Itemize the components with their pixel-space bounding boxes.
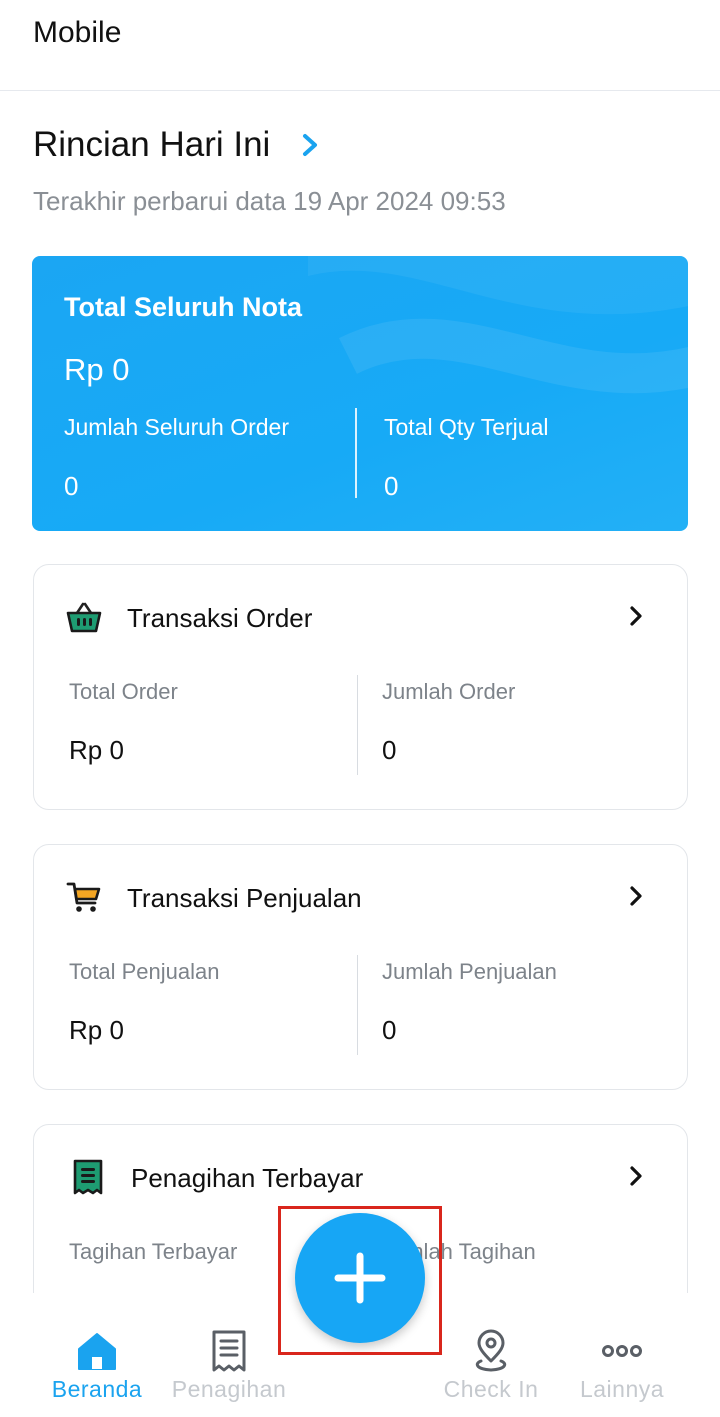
summary-metric-orders: Jumlah Seluruh Order 0 [64, 414, 289, 502]
chevron-right-icon[interactable] [629, 1165, 643, 1187]
chevron-right-icon[interactable] [629, 605, 643, 627]
metric-divider [357, 675, 358, 775]
card-transaksi-penjualan[interactable]: Transaksi Penjualan Total Penjualan Rp 0… [33, 844, 688, 1090]
metric-value: Rp 0 [69, 735, 124, 765]
metric-label: Jumlah Order [382, 679, 516, 704]
plus-icon [334, 1252, 386, 1304]
basket-icon [66, 602, 102, 633]
metric-jumlah-penjualan: Jumlah Penjualan 0 [382, 959, 557, 1046]
decorative-wave [308, 256, 688, 394]
chevron-right-icon[interactable] [300, 132, 320, 158]
home-icon [78, 1333, 116, 1370]
metric-label: Tagihan Terbayar [69, 1239, 238, 1264]
summary-metric-qty: Total Qty Terjual 0 [384, 414, 548, 502]
metric-value: Rp 0 [69, 1015, 124, 1045]
more-dots-icon [602, 1345, 642, 1357]
card-title: Penagihan Terbayar [131, 1163, 364, 1193]
summary-label: Total Seluruh Nota [64, 292, 303, 322]
metric-jumlah-order: Jumlah Order 0 [382, 679, 515, 766]
card-transaksi-order[interactable]: Transaksi Order Total Order Rp 0 Jumlah … [33, 564, 688, 810]
summary-divider [355, 408, 357, 498]
metric-label: Total Penjualan [69, 959, 220, 984]
summary-metric-label: Jumlah Seluruh Order [64, 414, 289, 440]
nav-item-penagihan[interactable]: Penagihan [157, 1293, 301, 1417]
section-header[interactable]: Rincian Hari Ini [33, 125, 320, 165]
card-title: Transaksi Order [127, 603, 313, 633]
card-title: Transaksi Penjualan [127, 883, 362, 913]
metric-value: 0 [382, 1015, 397, 1045]
last-updated-text: Terakhir perbarui data 19 Apr 2024 09:53 [33, 186, 506, 216]
metric-total-order: Total Order Rp 0 [69, 679, 178, 766]
add-fab-button[interactable] [295, 1213, 425, 1343]
summary-amount: Rp 0 [64, 352, 130, 387]
app-title: Mobile [33, 16, 122, 49]
chevron-right-icon[interactable] [629, 885, 643, 907]
location-pin-icon [475, 1329, 507, 1372]
nav-label: Check In [443, 1376, 539, 1402]
nav-label: Penagihan [171, 1376, 287, 1402]
receipt-icon [73, 1159, 103, 1195]
receipt-icon [212, 1330, 246, 1372]
nav-item-check-in[interactable]: Check In [419, 1293, 563, 1417]
nav-label: Lainnya [579, 1376, 665, 1402]
app-bar: Mobile [0, 0, 720, 91]
nav-item-lainnya[interactable]: Lainnya [550, 1293, 694, 1417]
metric-tagihan-terbayar: Tagihan Terbayar [69, 1239, 237, 1265]
summary-metric-value: 0 [64, 471, 79, 501]
cart-icon [66, 882, 101, 912]
summary-metric-label: Total Qty Terjual [384, 414, 549, 440]
metric-value: 0 [382, 735, 397, 765]
summary-metric-value: 0 [384, 471, 399, 501]
metric-label: Jumlah Penjualan [382, 959, 557, 984]
section-title[interactable]: Rincian Hari Ini [33, 125, 270, 165]
metric-total-penjualan: Total Penjualan Rp 0 [69, 959, 219, 1046]
nav-label: Beranda [51, 1376, 143, 1402]
metric-divider [357, 955, 358, 1055]
metric-label: Total Order [69, 679, 178, 704]
nav-item-beranda[interactable]: Beranda [25, 1293, 169, 1417]
summary-card: Total Seluruh Nota Rp 0 Jumlah Seluruh O… [32, 256, 688, 531]
